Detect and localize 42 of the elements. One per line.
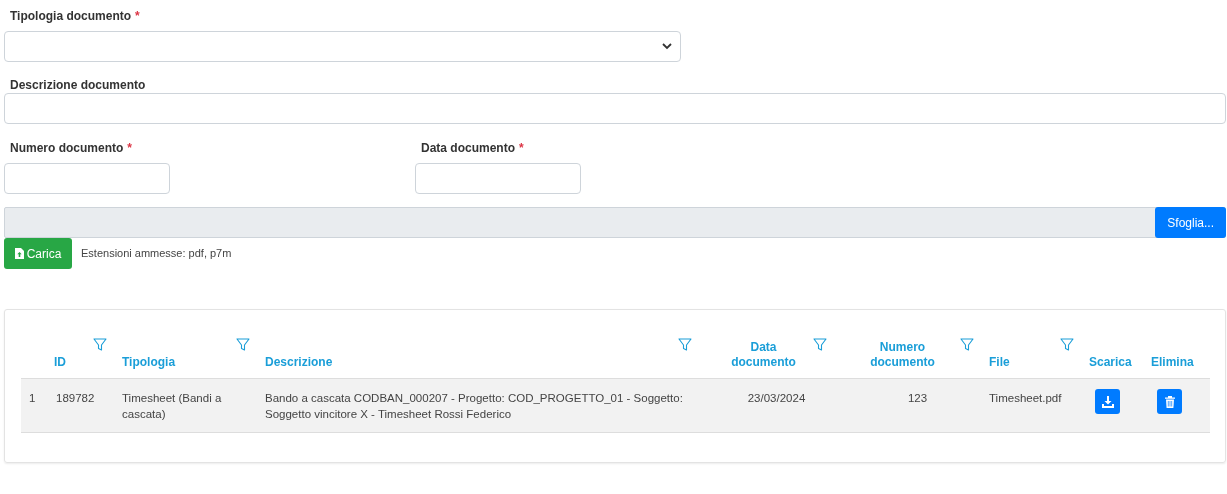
column-header[interactable]: Descrizione xyxy=(265,354,333,369)
filter-icon[interactable] xyxy=(93,338,107,351)
filter-icon[interactable] xyxy=(1060,338,1074,351)
input-field[interactable] xyxy=(4,163,170,194)
browse-button[interactable]: Sfoglia... xyxy=(1155,207,1226,238)
column-header[interactable]: Numero documento xyxy=(860,340,945,369)
column-header[interactable]: Scarica xyxy=(1089,354,1132,369)
table-cell: Bando a cascata CODBAN_000207 - Progetto: COD_PROGETTO_01 - Soggetto: Soggetto vincitore X - Timesheet Rossi Federico xyxy=(259,378,701,433)
field-label: Numero documento xyxy=(10,141,124,155)
input-field[interactable] xyxy=(415,163,581,194)
column-header[interactable]: Data documento xyxy=(721,340,806,369)
table-cell: Timesheet (Bandi a cascata) xyxy=(116,378,259,433)
download-button[interactable] xyxy=(1095,389,1120,414)
required-mark: * xyxy=(127,141,132,155)
field-label: Descrizione documento xyxy=(10,78,146,92)
extensions-note: Estensioni ammesse: pdf, p7m xyxy=(81,246,232,259)
download-icon xyxy=(1101,395,1114,408)
field-label: Data documento xyxy=(421,141,515,155)
required-mark: * xyxy=(135,9,140,23)
required-mark: * xyxy=(519,141,524,155)
filter-icon[interactable] xyxy=(678,338,692,351)
column-header[interactable]: ID xyxy=(54,354,66,369)
table-cell: 123 xyxy=(836,378,983,433)
table-cell: 189782 xyxy=(48,378,116,433)
column-header[interactable]: Elimina xyxy=(1151,354,1194,369)
file-input[interactable]: Sfoglia... xyxy=(4,207,1226,238)
trash-icon xyxy=(1163,395,1176,408)
filter-icon[interactable] xyxy=(813,338,827,351)
field-label: Tipologia documento xyxy=(10,9,132,23)
filter-icon[interactable] xyxy=(236,338,250,351)
file-upload-icon xyxy=(14,248,24,259)
column-header[interactable]: Tipologia xyxy=(122,354,176,369)
table-cell: 23/03/2024 xyxy=(701,378,836,433)
upload-button[interactable]: Carica xyxy=(4,238,72,269)
caret-icon xyxy=(662,43,672,50)
table-cell: Timesheet.pdf xyxy=(983,378,1083,433)
delete-button[interactable] xyxy=(1157,389,1182,414)
row-number: 1 xyxy=(21,378,48,433)
filter-icon[interactable] xyxy=(960,338,974,351)
column-header[interactable]: File xyxy=(989,354,1010,369)
input-field[interactable] xyxy=(4,93,1226,124)
select-field[interactable] xyxy=(4,31,681,62)
